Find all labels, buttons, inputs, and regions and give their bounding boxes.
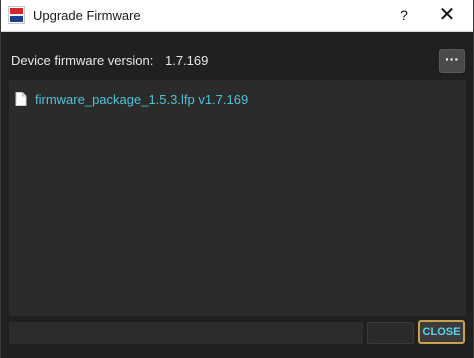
title-bar[interactable]: Upgrade Firmware ? ✕ <box>1 0 473 32</box>
device-firmware-version-value: 1.7.169 <box>165 53 209 68</box>
more-options-button[interactable]: ··· <box>439 49 465 73</box>
window-close-button[interactable]: ✕ <box>419 0 473 31</box>
close-button[interactable]: CLOSE <box>418 320 465 344</box>
app-logo-icon <box>8 6 25 24</box>
window-title: Upgrade Firmware <box>33 8 141 23</box>
file-name: firmware_package_1.5.3.lfp v1.7.169 <box>35 91 249 107</box>
upgrade-firmware-dialog: Upgrade Firmware ? ✕ Device firmware ver… <box>0 0 474 358</box>
upgrade-progress-bar <box>9 322 363 344</box>
file-list-item[interactable]: firmware_package_1.5.3.lfp v1.7.169 <box>15 90 248 108</box>
firmware-file-list: firmware_package_1.5.3.lfp v1.7.169 <box>9 80 466 316</box>
file-icon <box>15 92 27 106</box>
start-upgrade-button-disabled[interactable] <box>367 322 414 344</box>
device-firmware-version-label: Device firmware version: <box>11 53 154 68</box>
